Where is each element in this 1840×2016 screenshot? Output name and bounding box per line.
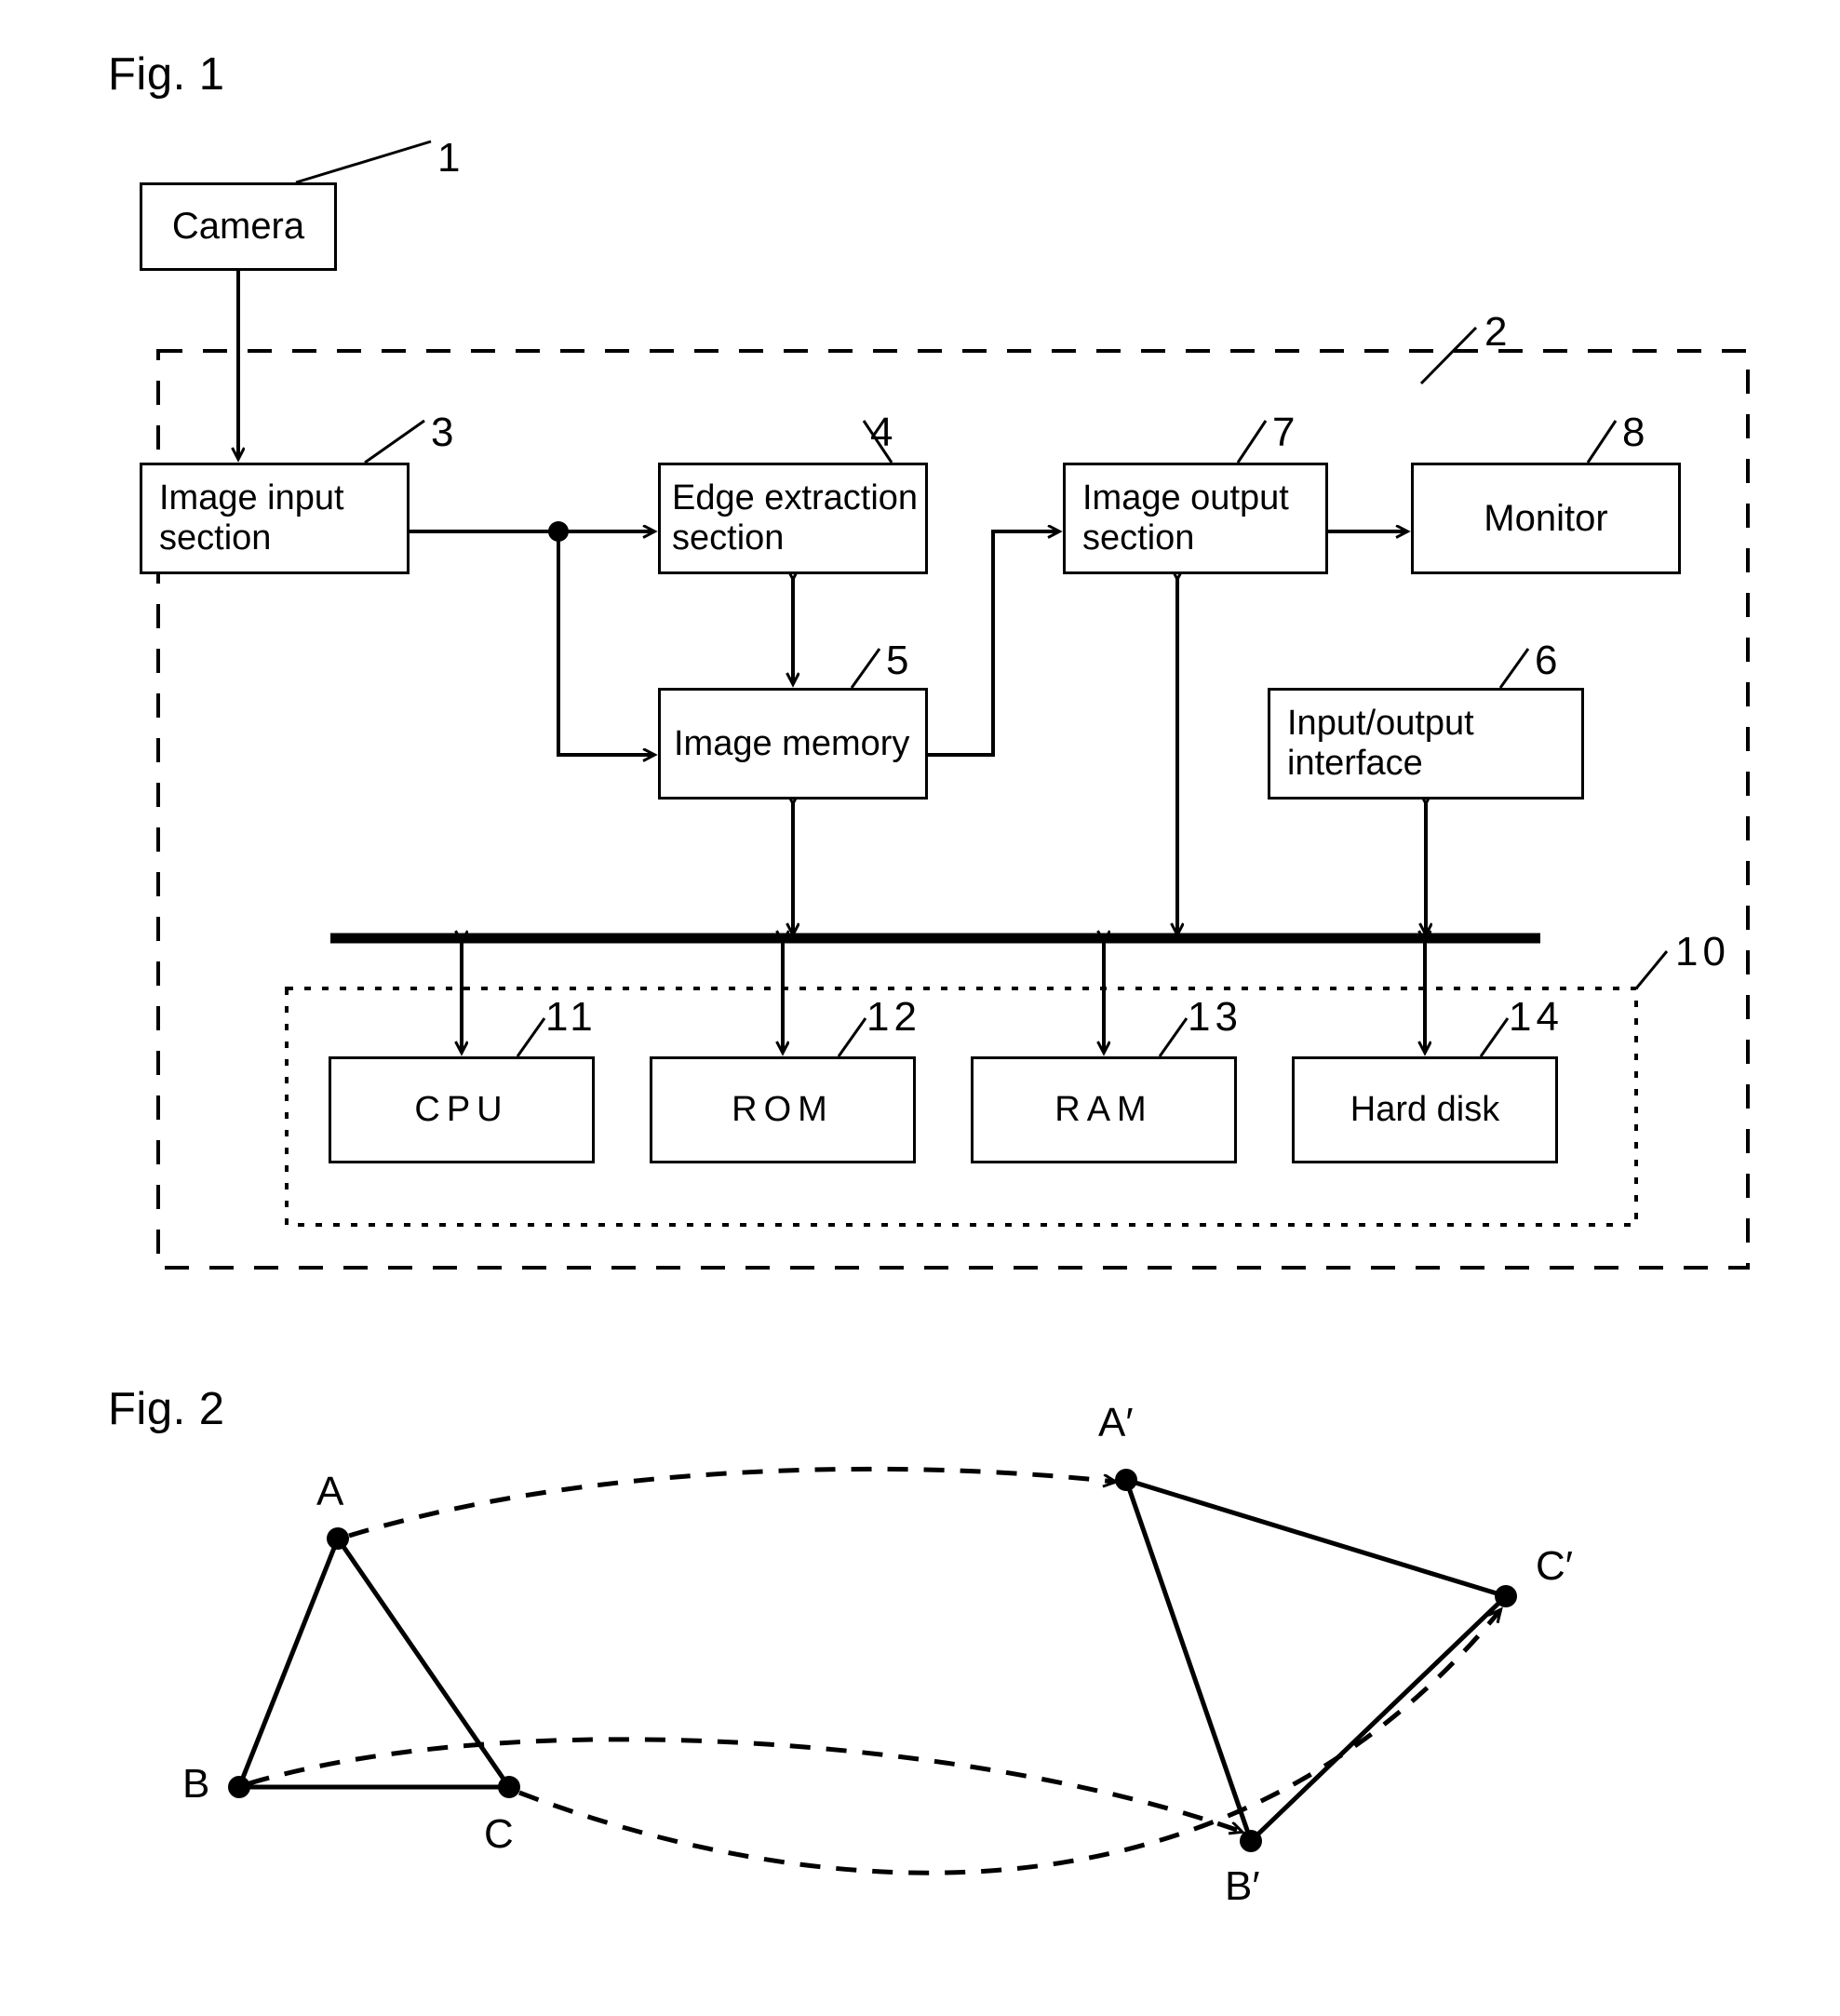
correspondence-curve-a: [348, 1466, 1115, 1539]
vertex-dot-c-prime: [1495, 1585, 1517, 1607]
vertex-label-c-prime: C′: [1536, 1543, 1574, 1589]
vertex-label-b-prime: B′: [1225, 1863, 1260, 1909]
vertex-label-b: B: [182, 1761, 210, 1807]
vertex-label-a-prime: A′: [1098, 1400, 1134, 1445]
vertex-label-c: C: [484, 1811, 514, 1857]
vertex-dot-c: [498, 1776, 520, 1798]
vertex-dot-a: [327, 1527, 349, 1550]
vertex-dot-b: [228, 1776, 250, 1798]
patent-drawing-sheet: Fig. 1 Camera Image input section Edge e…: [0, 0, 1840, 2016]
figure-2-graphics: [228, 1466, 1517, 1875]
vertex-label-a: A: [316, 1469, 344, 1514]
vertex-dot-a-prime: [1115, 1469, 1137, 1491]
triangle-a-prime-b-prime-c-prime: [1122, 1476, 1511, 1846]
triangle-abc: [235, 1533, 514, 1790]
vertex-dot-b-prime: [1240, 1830, 1262, 1852]
